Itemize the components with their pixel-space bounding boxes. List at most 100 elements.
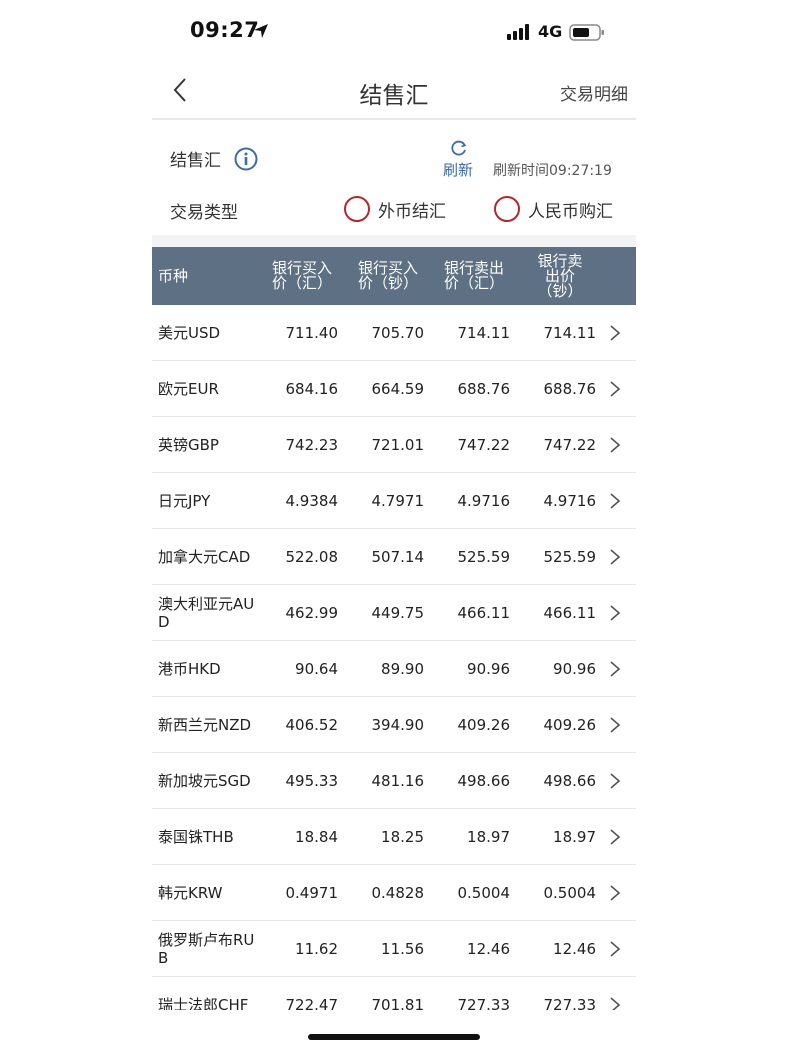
table-row[interactable]: 新西兰元NZD 406.52 394.90 409.26 409.26	[152, 697, 636, 753]
rate-value: 12.46	[553, 939, 596, 958]
rate-value: 722.47	[285, 995, 339, 1011]
chevron-right-icon[interactable]	[609, 660, 621, 678]
currency-name: 泰国铢THB	[158, 827, 234, 846]
rate-value: 90.64	[295, 659, 338, 678]
refresh-button[interactable]: 刷新	[443, 159, 473, 180]
table-row[interactable]: 英镑GBP 742.23 721.01 747.22 747.22	[152, 417, 636, 473]
currency-name: 加拿大元CAD	[158, 547, 251, 566]
radio-label: 人民币购汇	[528, 201, 613, 222]
currency-name: 英镑GBP	[158, 435, 219, 454]
rate-value: 0.5004	[543, 883, 597, 902]
header-line: 价（汇）	[443, 274, 504, 292]
rate-value: 688.76	[457, 379, 511, 398]
rate-value: 11.56	[381, 939, 424, 958]
rate-value: 0.4828	[371, 883, 425, 902]
currency-name: 俄罗斯卢布RUB	[158, 930, 255, 967]
trade-type-label: 交易类型	[170, 203, 238, 223]
table-row[interactable]: 泰国铢THB 18.84 18.25 18.97 18.97	[152, 809, 636, 865]
rate-value: 0.4971	[285, 883, 339, 902]
chevron-right-icon[interactable]	[609, 492, 621, 510]
currency-name: 瑞士法郎CHF	[158, 995, 249, 1011]
header-line: （钞）	[537, 281, 583, 300]
currency-name: 新加坡元SGD	[158, 771, 251, 790]
chevron-right-icon[interactable]	[609, 996, 621, 1011]
currency-name: 美元USD	[158, 323, 221, 342]
currency-name: 日元JPY	[158, 491, 211, 510]
rate-value: 701.81	[371, 995, 425, 1011]
rate-value: 406.52	[285, 715, 339, 734]
rate-value: 409.26	[543, 715, 597, 734]
table-row[interactable]: 澳大利亚元AUD 462.99 449.75 466.11 466.11	[152, 585, 636, 641]
rate-value: 711.40	[285, 323, 339, 342]
radio-circle[interactable]	[494, 196, 520, 222]
chevron-right-icon[interactable]	[609, 436, 621, 454]
table-row[interactable]: 韩元KRW 0.4971 0.4828 0.5004 0.5004	[152, 865, 636, 921]
rate-value: 481.16	[371, 771, 425, 790]
rate-value: 495.33	[285, 771, 339, 790]
radio-circle[interactable]	[344, 196, 370, 222]
rate-value: 462.99	[285, 603, 339, 622]
rate-value: 498.66	[543, 771, 597, 790]
chevron-right-icon[interactable]	[609, 716, 621, 734]
rate-value: 466.11	[457, 603, 511, 622]
radio-label: 外币结汇	[378, 201, 446, 222]
chevron-right-icon[interactable]	[609, 604, 621, 622]
table-row[interactable]: 欧元EUR 684.16 664.59 688.76 688.76	[152, 361, 636, 417]
rate-value: 727.33	[543, 995, 597, 1011]
rate-value: 0.5004	[457, 883, 511, 902]
chevron-right-icon[interactable]	[609, 940, 621, 958]
status-bar: 09:27 4G	[0, 0, 788, 64]
table-row[interactable]: 俄罗斯卢布RUB 11.62 11.56 12.46 12.46	[152, 921, 636, 977]
rate-value: 721.01	[371, 435, 425, 454]
rate-table: 币种 银行买入 价（汇） 银行买入 价（钞） 银行卖出 价（汇） 银行卖 出价 …	[152, 235, 636, 1010]
header-line: 价（汇）	[271, 274, 332, 292]
header-line: 价（钞）	[357, 274, 418, 292]
network-label: 4G	[538, 22, 563, 41]
rate-value: 525.59	[457, 547, 511, 566]
rate-value: 684.16	[285, 379, 339, 398]
rate-value: 747.22	[543, 435, 597, 454]
refresh-time: 刷新时间09:27:19	[493, 163, 612, 179]
rate-value: 89.90	[381, 659, 424, 678]
refresh-icon[interactable]	[450, 139, 468, 157]
header-sell-transfer: 银行卖出 价（汇）	[431, 261, 517, 291]
rate-value: 525.59	[543, 547, 597, 566]
chevron-right-icon[interactable]	[609, 772, 621, 790]
table-row[interactable]: 新加坡元SGD 495.33 481.16 498.66 498.66	[152, 753, 636, 809]
header-sell-cash: 银行卖 出价 （钞）	[517, 253, 603, 300]
radio-foreign-settlement[interactable]: 外币结汇	[344, 195, 446, 223]
table-row[interactable]: 加拿大元CAD 522.08 507.14 525.59 525.59	[152, 529, 636, 585]
currency-name: 欧元EUR	[158, 379, 219, 398]
table-row[interactable]: 瑞士法郎CHF 722.47 701.81 727.33 727.33	[152, 977, 636, 1010]
rate-value: 18.25	[381, 827, 424, 846]
transaction-details-link[interactable]: 交易明细	[560, 80, 628, 105]
currency-name: 澳大利亚元AUD	[158, 594, 255, 631]
rate-value: 688.76	[543, 379, 597, 398]
chevron-right-icon[interactable]	[609, 884, 621, 902]
app-screen: 结售汇 交易明细 结售汇 刷新 刷新时间09:27:19 交易类型 外币结汇 人…	[152, 64, 636, 1010]
currency-name: 韩元KRW	[158, 883, 223, 902]
rate-value: 727.33	[457, 995, 511, 1011]
table-header: 币种 银行买入 价（汇） 银行买入 价（钞） 银行卖出 价（汇） 银行卖 出价 …	[152, 247, 636, 305]
status-time: 09:27	[190, 18, 260, 42]
table-row[interactable]: 港币HKD 90.64 89.90 90.96 90.96	[152, 641, 636, 697]
rate-value: 4.9716	[457, 491, 511, 510]
radio-rmb-purchase[interactable]: 人民币购汇	[494, 195, 613, 223]
chevron-right-icon[interactable]	[609, 828, 621, 846]
currency-name: 港币HKD	[158, 659, 221, 678]
table-row[interactable]: 日元JPY 4.9384 4.7971 4.9716 4.9716	[152, 473, 636, 529]
chevron-right-icon[interactable]	[609, 380, 621, 398]
rate-value: 449.75	[371, 603, 425, 622]
rate-value: 18.84	[295, 827, 338, 846]
location-arrow-icon	[254, 24, 268, 38]
signal-icon	[507, 24, 529, 40]
rate-value: 466.11	[543, 603, 597, 622]
rate-value: 11.62	[295, 939, 338, 958]
rate-value: 18.97	[467, 827, 510, 846]
info-icon[interactable]	[234, 147, 258, 171]
chevron-right-icon[interactable]	[609, 324, 621, 342]
rate-value: 714.11	[457, 323, 511, 342]
nav-bar: 结售汇 交易明细	[152, 64, 636, 120]
chevron-right-icon[interactable]	[609, 548, 621, 566]
table-row[interactable]: 美元USD 711.40 705.70 714.11 714.11	[152, 305, 636, 361]
